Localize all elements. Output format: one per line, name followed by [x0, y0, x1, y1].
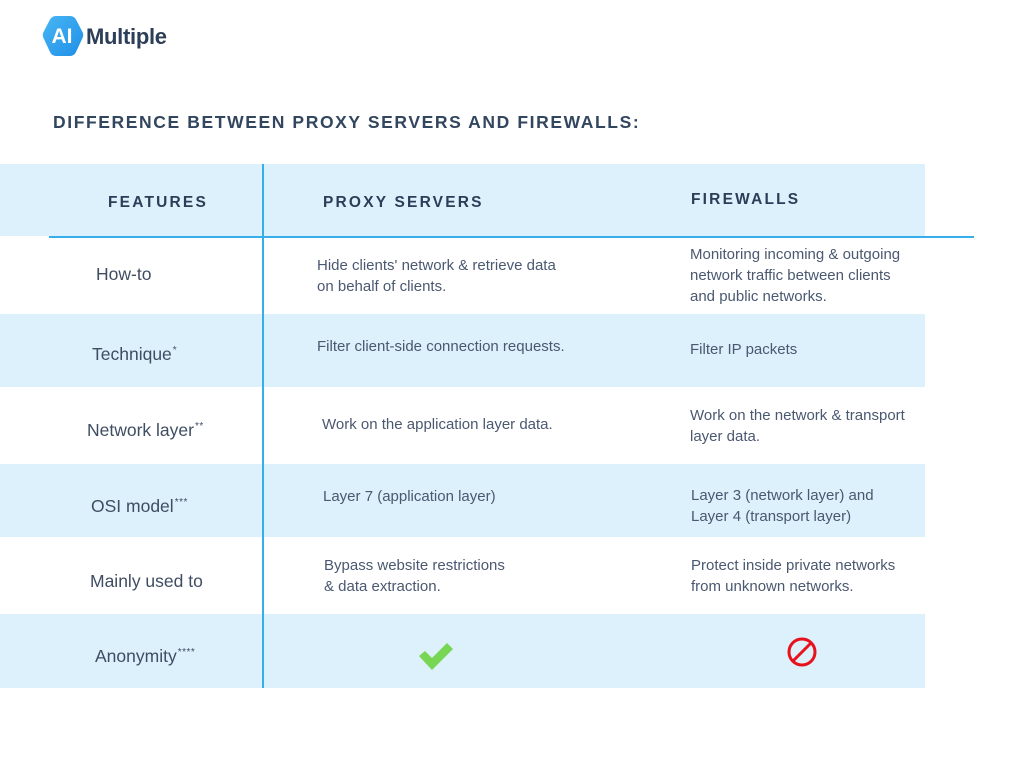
logo-text: Multiple	[86, 24, 167, 49]
firewall-line: Layer 4 (transport layer)	[691, 508, 852, 525]
proxy-technique: Filter client-side connection requests.	[317, 336, 565, 357]
proxy-mainly-used-to: Bypass website restrictions & data extra…	[324, 555, 505, 597]
page-title: DIFFERENCE BETWEEN PROXY SERVERS AND FIR…	[53, 112, 641, 132]
proxy-osi-model: Layer 7 (application layer)	[323, 486, 496, 507]
firewall-line: network traffic between clients	[690, 267, 891, 284]
prohibited-icon	[787, 637, 817, 667]
feature-label: Technique	[92, 344, 172, 364]
firewall-mainly-used-to: Protect inside private networks from unk…	[691, 555, 895, 597]
header-proxy-servers: PROXY SERVERS	[323, 194, 484, 211]
feature-technique: Technique*	[92, 340, 177, 365]
firewall-line: Monitoring incoming & outgoing	[690, 246, 901, 263]
firewall-how-to: Monitoring incoming & outgoing network t…	[690, 244, 900, 307]
feature-network-layer: Network layer**	[87, 416, 204, 441]
feature-label: Network layer	[87, 420, 194, 440]
firewall-network-layer: Work on the network & transport layer da…	[690, 405, 905, 447]
logo-mark: AI	[51, 25, 73, 48]
proxy-how-to: Hide clients' network & retrieve data on…	[317, 255, 556, 297]
brand-logo: AI Multiple	[40, 14, 167, 60]
feature-osi-model: OSI model***	[91, 492, 188, 517]
proxy-line: Filter client-side connection requests.	[317, 338, 565, 355]
firewall-line: Work on the network & transport	[690, 407, 905, 424]
firewall-line: Layer 3 (network layer) and	[691, 487, 874, 504]
feature-label: Anonymity	[95, 646, 177, 666]
column-divider	[262, 164, 264, 688]
proxy-line: Hide clients' network & retrieve data	[317, 257, 556, 274]
footnote-marker: ****	[177, 647, 196, 658]
footnote-marker: *	[172, 345, 178, 356]
feature-label: OSI model	[91, 496, 174, 516]
header-features: FEATURES	[108, 194, 208, 211]
header-divider	[49, 236, 974, 238]
firewall-line: Filter IP packets	[690, 341, 798, 358]
proxy-line: Layer 7 (application layer)	[323, 488, 496, 505]
feature-anonymity: Anonymity****	[95, 642, 195, 667]
proxy-line: on behalf of clients.	[317, 278, 447, 295]
firewall-technique: Filter IP packets	[690, 339, 797, 360]
firewall-line: layer data.	[690, 428, 761, 445]
logo-hexagon-icon: AI	[40, 14, 84, 60]
firewall-line: from unknown networks.	[691, 578, 854, 595]
feature-how-to: How-to	[96, 264, 151, 285]
firewall-line: and public networks.	[690, 288, 827, 305]
feature-mainly-used-to: Mainly used to	[90, 571, 203, 592]
feature-label: Mainly used to	[90, 571, 203, 591]
proxy-line: Bypass website restrictions	[324, 557, 505, 574]
proxy-network-layer: Work on the application layer data.	[322, 414, 553, 435]
firewall-line: Protect inside private networks	[691, 557, 896, 574]
check-icon	[419, 643, 453, 670]
footnote-marker: ***	[174, 497, 188, 508]
firewall-osi-model: Layer 3 (network layer) and Layer 4 (tra…	[691, 485, 874, 527]
proxy-line: Work on the application layer data.	[322, 416, 553, 433]
proxy-line: & data extraction.	[324, 578, 441, 595]
feature-label: How-to	[96, 264, 152, 284]
footnote-marker: **	[194, 421, 204, 432]
header-firewalls: FIREWALLS	[691, 191, 801, 208]
